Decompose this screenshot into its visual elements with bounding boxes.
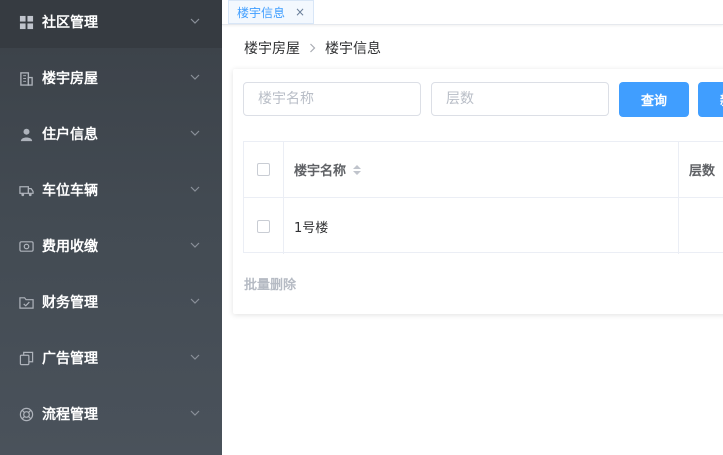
breadcrumb-current: 楼宇信息 (325, 41, 381, 57)
sidebar-item-finance[interactable]: 财务管理 (0, 276, 222, 328)
building-icon (18, 70, 34, 86)
row-checkbox[interactable] (257, 219, 270, 233)
column-header-label: 楼宇名称 (294, 164, 347, 179)
main-content: 楼宇信息 × 楼宇房屋 楼宇信息 查询 新 楼宇名称 (222, 0, 723, 455)
chevron-down-icon (190, 298, 200, 304)
floor-input[interactable] (431, 82, 609, 116)
chevron-right-icon (310, 43, 316, 53)
add-button[interactable]: 新 (698, 82, 723, 117)
app-window: 社区管理 楼宇房屋 住户信息 车位车辆 费用收缴 财务管理 广告管理 流程管理 … (0, 0, 723, 455)
close-icon[interactable]: × (295, 5, 305, 19)
truck-icon (18, 182, 34, 198)
row-check-cell (244, 198, 284, 254)
money-icon (18, 238, 34, 254)
chevron-down-icon (190, 354, 200, 360)
folder-check-icon (18, 294, 34, 310)
chevron-down-icon (190, 74, 200, 80)
user-icon (18, 126, 34, 142)
table-row[interactable]: 1号楼 (244, 198, 723, 254)
sidebar-item-community[interactable]: 社区管理 (0, 0, 222, 48)
building-name-input[interactable] (243, 82, 421, 116)
query-button[interactable]: 查询 (619, 82, 689, 117)
chevron-down-icon (190, 18, 200, 24)
copy-icon (18, 350, 34, 366)
lifebuoy-icon (18, 406, 34, 422)
tab-building-info[interactable]: 楼宇信息 × (228, 0, 315, 24)
sidebar-item-ads[interactable]: 广告管理 (0, 332, 222, 384)
column-header-label: 层数 (689, 164, 716, 179)
chevron-down-icon (190, 130, 200, 136)
sidebar-item-fees[interactable]: 费用收缴 (0, 220, 222, 272)
sort-icon[interactable] (352, 163, 362, 177)
breadcrumb: 楼宇房屋 楼宇信息 (244, 38, 381, 58)
sidebar-item-workflow[interactable]: 流程管理 (0, 388, 222, 440)
cell-floor (679, 198, 723, 254)
tab-label: 楼宇信息 (237, 5, 286, 20)
grid-icon (18, 14, 34, 30)
breadcrumb-parent[interactable]: 楼宇房屋 (244, 38, 300, 58)
header-check-cell (244, 142, 284, 197)
chevron-down-icon (190, 186, 200, 192)
building-table: 楼宇名称 层数 1号楼 (243, 141, 723, 254)
tab-bar: 楼宇信息 × (222, 0, 723, 25)
select-all-checkbox[interactable] (257, 163, 270, 176)
batch-delete-button[interactable]: 批量删除 (244, 274, 296, 293)
sidebar-item-parking[interactable]: 车位车辆 (0, 164, 222, 216)
table-header: 楼宇名称 层数 (244, 142, 723, 198)
column-header-name[interactable]: 楼宇名称 (284, 142, 679, 197)
chevron-down-icon (190, 410, 200, 416)
sidebar-item-building[interactable]: 楼宇房屋 (0, 52, 222, 104)
cell-building-name: 1号楼 (284, 198, 679, 254)
chevron-down-icon (190, 242, 200, 248)
content-card: 查询 新 楼宇名称 层数 (233, 69, 723, 314)
column-header-floor: 层数 (679, 142, 723, 197)
sidebar: 社区管理 楼宇房屋 住户信息 车位车辆 费用收缴 财务管理 广告管理 流程管理 (0, 0, 222, 455)
sidebar-item-residents[interactable]: 住户信息 (0, 108, 222, 160)
